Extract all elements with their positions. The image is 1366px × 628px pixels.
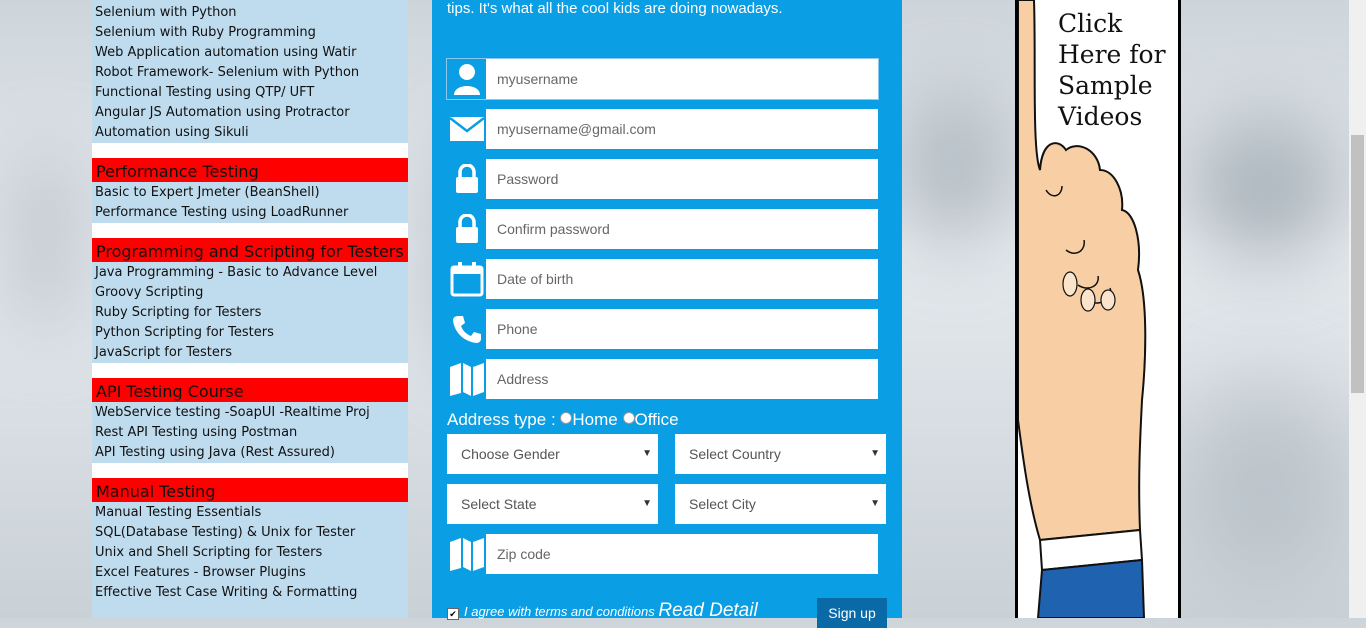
signup-button[interactable]: Sign up [817, 598, 887, 628]
country-select[interactable]: Select Country ▼ [675, 434, 886, 474]
page-scrollbar[interactable] [1349, 0, 1366, 618]
section-heading: Manual Testing [92, 478, 408, 502]
sidebar-link[interactable]: Automation using Sikuli [92, 123, 408, 143]
home-radio[interactable] [560, 412, 573, 424]
sidebar-link[interactable]: Python Scripting for Testers [92, 323, 408, 343]
sidebar-link[interactable]: Selenium with Python [92, 3, 408, 23]
office-radio[interactable] [622, 412, 635, 424]
country-select-value: Select Country [689, 446, 781, 462]
office-radio-label[interactable]: Office [635, 410, 679, 429]
section-heading: Performance Testing [92, 158, 408, 182]
lock-icon [447, 159, 486, 199]
sidebar-link[interactable]: Angular JS Automation using Protractor [92, 103, 408, 123]
sidebar-link[interactable]: Performance Testing using LoadRunner [92, 203, 408, 223]
section-divider [92, 363, 408, 378]
chevron-down-icon: ▼ [642, 498, 652, 509]
address-row [447, 359, 878, 399]
sidebar-link[interactable]: Excel Features - Browser Plugins [92, 563, 408, 583]
email-row [447, 109, 878, 149]
section-divider [92, 143, 408, 158]
form-intro-text: tips. It's what all the cool kids are do… [447, 0, 783, 17]
chevron-down-icon: ▼ [870, 448, 880, 459]
ad-line: Here for [1058, 40, 1166, 69]
confirm-password-row [447, 209, 878, 249]
zip-input[interactable] [487, 534, 878, 574]
lock-icon [447, 209, 486, 249]
chevron-down-icon: ▼ [642, 448, 652, 459]
section-heading: Programming and Scripting for Testers [92, 238, 408, 262]
section-heading: API Testing Course [92, 378, 408, 402]
terms-checkbox[interactable]: ✔ [447, 608, 459, 620]
address-type-group: Address type : Home Office [447, 410, 679, 430]
sidebar-link[interactable]: Web Application automation using Watir [92, 43, 408, 63]
phone-input[interactable] [487, 309, 878, 349]
calendar-icon [447, 259, 486, 299]
map-icon [447, 534, 486, 574]
gender-select-value: Choose Gender [461, 446, 560, 462]
scrollbar-thumb[interactable] [1351, 135, 1364, 393]
sidebar-link[interactable]: Java Programming - Basic to Advance Leve… [92, 263, 408, 283]
sidebar-link[interactable]: Unix and Shell Scripting for Testers [92, 543, 408, 563]
state-select-value: Select State [461, 496, 537, 512]
phone-row [447, 309, 878, 349]
sidebar-link[interactable]: JavaScript for Testers [92, 343, 408, 363]
zip-row [447, 534, 878, 574]
ad-line: Videos [1058, 102, 1143, 131]
password-input[interactable] [487, 159, 878, 199]
username-input[interactable] [487, 59, 878, 99]
password-row [447, 159, 878, 199]
sidebar-link[interactable]: API Testing using Java (Rest Assured) [92, 443, 408, 463]
gender-select[interactable]: Choose Gender ▼ [447, 434, 658, 474]
sidebar-link[interactable]: WebService testing -SoapUI -Realtime Pro… [92, 403, 408, 423]
city-select[interactable]: Select City ▼ [675, 484, 886, 524]
sample-videos-ad[interactable]: Click Here for Sample Videos [1015, 0, 1181, 618]
sidebar-link[interactable]: Groovy Scripting [92, 283, 408, 303]
sidebar-link[interactable]: Robot Framework- Selenium with Python [92, 63, 408, 83]
chevron-down-icon: ▼ [870, 498, 880, 509]
sidebar-link[interactable]: Rest API Testing using Postman [92, 423, 408, 443]
course-sidebar: Selenium with Python Selenium with Ruby … [92, 0, 408, 618]
sidebar-link[interactable]: Basic to Expert Jmeter (BeanShell) [92, 183, 408, 203]
ad-line: Sample [1058, 71, 1153, 100]
terms-agreement: ✔ I agree with terms and conditions Read … [447, 600, 758, 622]
user-icon [447, 59, 486, 99]
envelope-icon [447, 109, 486, 149]
dob-input[interactable] [487, 259, 878, 299]
sidebar-link[interactable]: Effective Test Case Writing & Formatting [92, 583, 408, 603]
terms-text: I agree with terms and conditions [464, 604, 655, 619]
dob-row [447, 259, 878, 299]
address-input[interactable] [487, 359, 878, 399]
username-row [446, 58, 879, 100]
confirm-password-input[interactable] [487, 209, 878, 249]
section-divider [92, 223, 408, 238]
phone-icon [447, 309, 486, 349]
registration-form: tips. It's what all the cool kids are do… [432, 0, 902, 628]
sidebar-link[interactable]: SQL(Database Testing) & Unix for Tester [92, 523, 408, 543]
email-input[interactable] [487, 109, 878, 149]
ad-line: Click [1058, 9, 1123, 38]
state-select[interactable]: Select State ▼ [447, 484, 658, 524]
home-radio-label[interactable]: Home [572, 410, 617, 429]
section-divider [92, 463, 408, 478]
address-type-label: Address type : [447, 410, 556, 429]
ad-text: Click Here for Sample Videos [1058, 8, 1166, 132]
map-icon [447, 359, 486, 399]
sidebar-link[interactable]: Functional Testing using QTP/ UFT [92, 83, 408, 103]
sidebar-link[interactable]: Ruby Scripting for Testers [92, 303, 408, 323]
sidebar-link[interactable]: Manual Testing Essentials [92, 503, 408, 523]
city-select-value: Select City [689, 496, 756, 512]
sidebar-link[interactable]: Selenium with Ruby Programming [92, 23, 408, 43]
